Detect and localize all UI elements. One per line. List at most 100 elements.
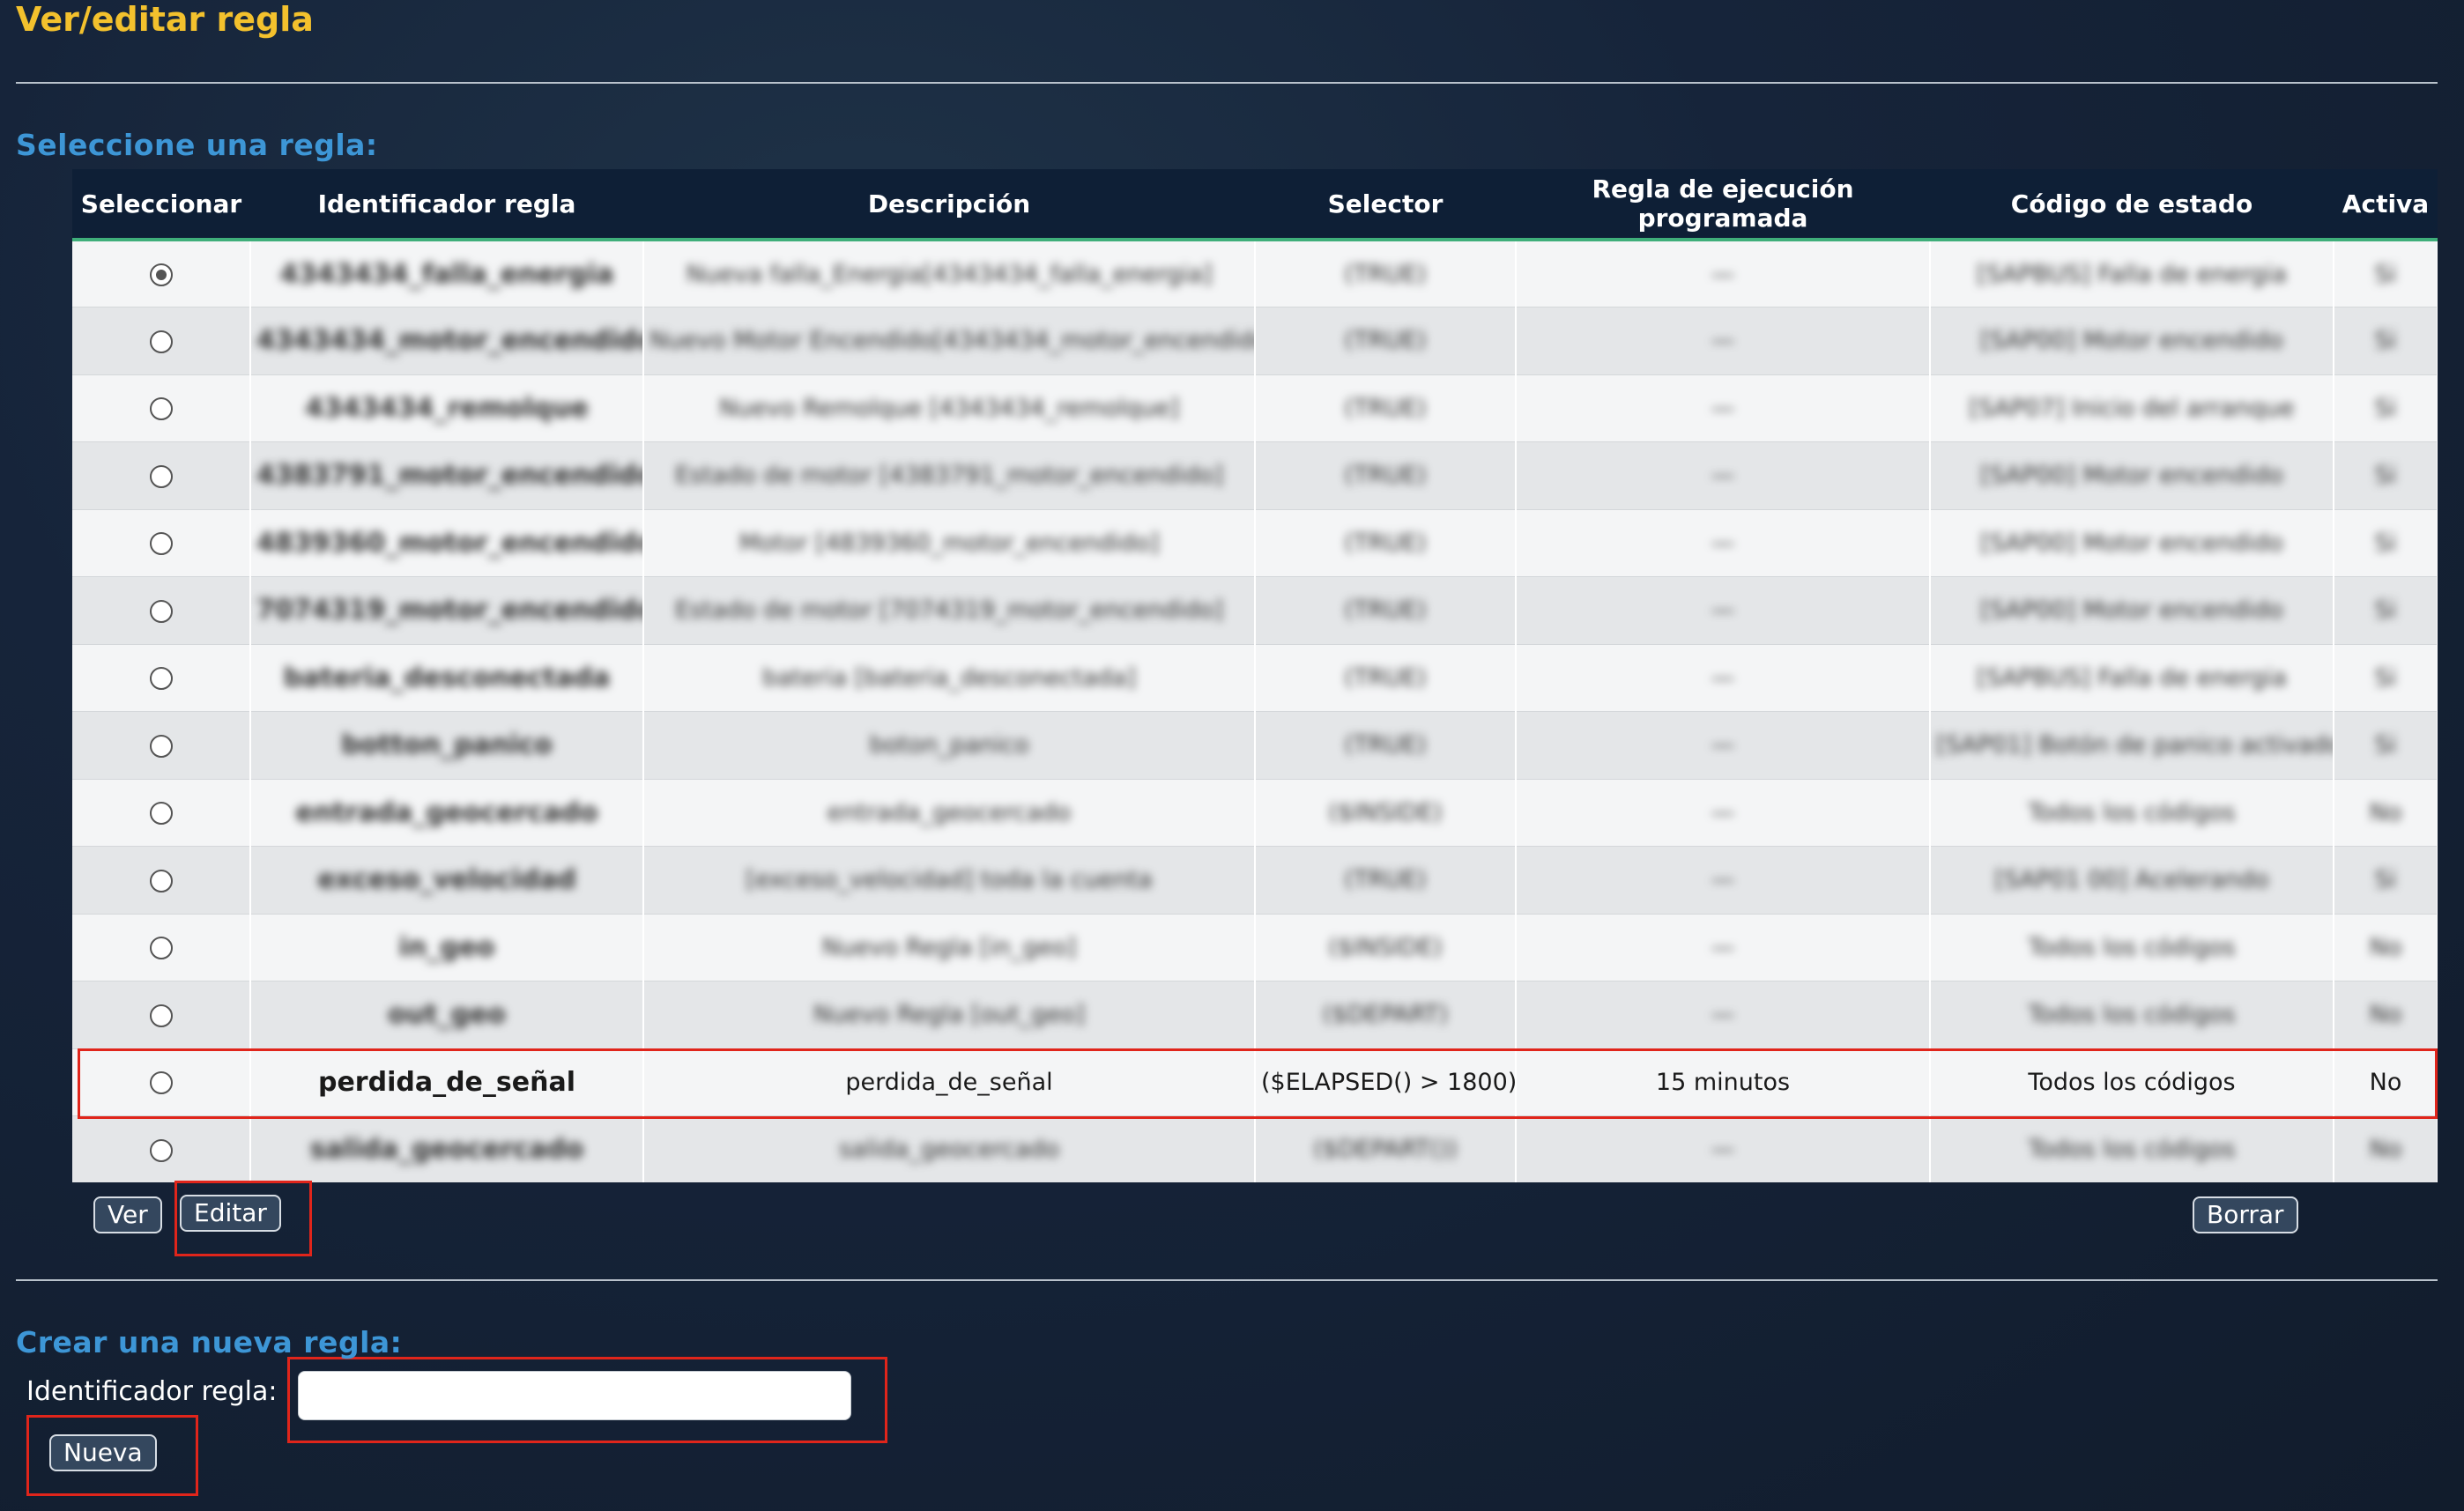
- cell-description-text: Estado de motor [7074319_motor_encendido…: [674, 596, 1224, 625]
- row-select-radio[interactable]: [149, 1071, 173, 1095]
- cell-status-code-text: [SAP00] Motor encendido: [1980, 529, 2283, 557]
- table-row[interactable]: perdida_de_señal perdida_de_señal ($ELAPSE…: [72, 1048, 2438, 1116]
- cell-selector: (TRUE): [1255, 240, 1517, 307]
- row-select-radio[interactable]: [149, 532, 173, 556]
- cell-active-text: Si: [2374, 462, 2397, 490]
- view-button[interactable]: Ver: [93, 1196, 162, 1233]
- cell-schedule-text: —: [1711, 327, 1735, 355]
- cell-rule-id: 4343434_remolque: [250, 374, 644, 442]
- cell-description-text: entrada_geocercado: [827, 798, 1072, 826]
- table-row[interactable]: entrada_geocercado entrada_geocercado ($IN…: [72, 779, 2438, 847]
- cell-active: Si: [2334, 374, 2438, 442]
- row-select-radio[interactable]: [149, 599, 173, 623]
- cell-select: [72, 914, 251, 981]
- edit-button[interactable]: Editar: [180, 1195, 281, 1232]
- cell-selector: (TRUE): [1255, 374, 1517, 442]
- cell-rule-id: out_geo: [250, 981, 644, 1049]
- cell-rule-id: in_geo: [250, 914, 644, 981]
- cell-schedule: 15 minutos: [1516, 1048, 1931, 1116]
- cell-select: [72, 307, 251, 375]
- header-rule-id: Identificador regla: [250, 169, 643, 241]
- cell-active: Si: [2334, 576, 2438, 645]
- row-select-radio[interactable]: [149, 937, 173, 960]
- cell-active-text: No: [2369, 1001, 2402, 1029]
- cell-status-code-text: Todos los códigos: [2028, 1068, 2236, 1096]
- cell-schedule: —: [1516, 509, 1931, 577]
- cell-rule-id-text: exceso_velocidad: [317, 864, 576, 896]
- row-select-radio[interactable]: [149, 802, 173, 826]
- cell-selector: (TRUE): [1255, 711, 1517, 780]
- row-select-radio[interactable]: [149, 397, 173, 421]
- middle-divider: [16, 1279, 2438, 1281]
- cell-description: Nuevo Regla [out_geo]: [643, 981, 1256, 1049]
- table-row[interactable]: 4383791_motor_encendido Estado de motor […: [72, 441, 2438, 510]
- cell-status-code-text: Todos los códigos: [2028, 933, 2236, 961]
- cell-status-code-text: [SAP00] Motor encendido: [1980, 327, 2283, 355]
- cell-description: Nuevo Regla [in_geo]: [643, 914, 1256, 981]
- row-select-radio[interactable]: [149, 734, 173, 758]
- cell-schedule-text: —: [1711, 1001, 1735, 1029]
- table-row[interactable]: 4839360_motor_encendido Motor [4839360_mo…: [72, 509, 2438, 577]
- cell-selector-text: (TRUE): [1344, 731, 1427, 759]
- cell-schedule-text: —: [1711, 1136, 1735, 1164]
- new-rule-button[interactable]: Nueva: [49, 1434, 157, 1471]
- cell-schedule: —: [1516, 441, 1931, 510]
- cell-active: Si: [2334, 509, 2438, 577]
- cell-schedule-text: —: [1711, 462, 1735, 490]
- row-select-radio[interactable]: [149, 1004, 173, 1027]
- rule-id-input[interactable]: [298, 1371, 851, 1420]
- table-row[interactable]: bateria_desconectada bateria [bateria_des…: [72, 644, 2438, 712]
- cell-selector: (TRUE): [1255, 441, 1517, 510]
- table-row[interactable]: exceso_velocidad [exceso_velocidad] toda …: [72, 846, 2438, 915]
- cell-status-code: [SAP07] Inicio del arranque: [1930, 374, 2334, 442]
- table-row[interactable]: 4343434_motor_encendido Nuevo Motor Encen…: [72, 307, 2438, 375]
- cell-rule-id-text: bateria_desconectada: [283, 662, 611, 693]
- cell-status-code-text: [SAP00] Motor encendido: [1980, 596, 2283, 625]
- cell-description: entrada_geocercado: [643, 779, 1256, 847]
- row-select-radio[interactable]: [149, 330, 173, 353]
- cell-description-text: bateria [bateria_desconectada]: [762, 663, 1136, 692]
- table-row[interactable]: 4343434_remolque Nuevo Remolque [4343434_…: [72, 374, 2438, 442]
- cell-status-code-text: [SAP07] Inicio del arranque: [1969, 394, 2295, 422]
- delete-button[interactable]: Borrar: [2193, 1196, 2298, 1233]
- cell-status-code: [SAPBUS] Falla de energia: [1930, 240, 2334, 307]
- row-select-radio[interactable]: [149, 464, 173, 488]
- cell-rule-id: salida_geocercado: [250, 1115, 644, 1182]
- table-row[interactable]: salida_geocercado salida_geocercado ($DEPA…: [72, 1115, 2438, 1182]
- table-row[interactable]: out_geo Nuevo Regla [out_geo] ($DEPART) — To…: [72, 981, 2438, 1049]
- table-row[interactable]: 7074319_motor_encendido Estado de motor […: [72, 576, 2438, 645]
- cell-active-text: Si: [2374, 866, 2397, 894]
- cell-status-code-text: [SAPBUS] Falla de energia: [1977, 663, 2287, 692]
- cell-description: Nuevo Motor Encendido[4343434_motor_ence…: [643, 307, 1256, 375]
- cell-selector: ($DEPART()): [1255, 1115, 1517, 1182]
- header-schedule: Regla de ejecución programada: [1516, 169, 1930, 241]
- cell-selector: ($DEPART): [1255, 981, 1517, 1049]
- cell-status-code: [SAP01 00] Acelerando: [1930, 846, 2334, 915]
- cell-active: No: [2334, 1048, 2438, 1116]
- cell-status-code-text: [SAP01] Botón de panico activado: [1936, 731, 2334, 759]
- rules-table-container: Seleccionar Identificador regla Descripc…: [72, 169, 2438, 1182]
- cell-active: Si: [2334, 240, 2438, 307]
- cell-description: perdida_de_señal: [643, 1048, 1256, 1116]
- row-select-radio[interactable]: [149, 1138, 173, 1162]
- table-row[interactable]: botton_panico boton_panico (TRUE) — [SAP01] …: [72, 711, 2438, 780]
- cell-selector: (TRUE): [1255, 509, 1517, 577]
- cell-rule-id-text: 4383791_motor_encendido: [256, 460, 643, 492]
- cell-selector-text: (TRUE): [1344, 596, 1427, 625]
- row-select-radio[interactable]: [149, 667, 173, 691]
- cell-status-code: Todos los códigos: [1930, 1115, 2334, 1182]
- row-select-radio[interactable]: [149, 869, 173, 893]
- cell-select: [72, 644, 251, 712]
- cell-selector: ($INSIDE): [1255, 779, 1517, 847]
- table-row[interactable]: 4343434_falla_energia Nueva falla_Energia…: [72, 240, 2438, 307]
- cell-selector-text: (TRUE): [1344, 394, 1427, 422]
- cell-selector-text: (TRUE): [1344, 462, 1427, 490]
- cell-active-text: Si: [2374, 529, 2397, 557]
- select-section-title: Seleccione una regla:: [16, 128, 378, 162]
- cell-schedule-text: —: [1711, 260, 1735, 288]
- cell-schedule: —: [1516, 914, 1931, 981]
- table-row[interactable]: in_geo Nuevo Regla [in_geo] ($INSIDE) — Todo…: [72, 914, 2438, 981]
- cell-active: Si: [2334, 307, 2438, 375]
- cell-rule-id-text: 7074319_motor_encendido: [256, 595, 643, 626]
- row-select-radio[interactable]: [149, 263, 173, 286]
